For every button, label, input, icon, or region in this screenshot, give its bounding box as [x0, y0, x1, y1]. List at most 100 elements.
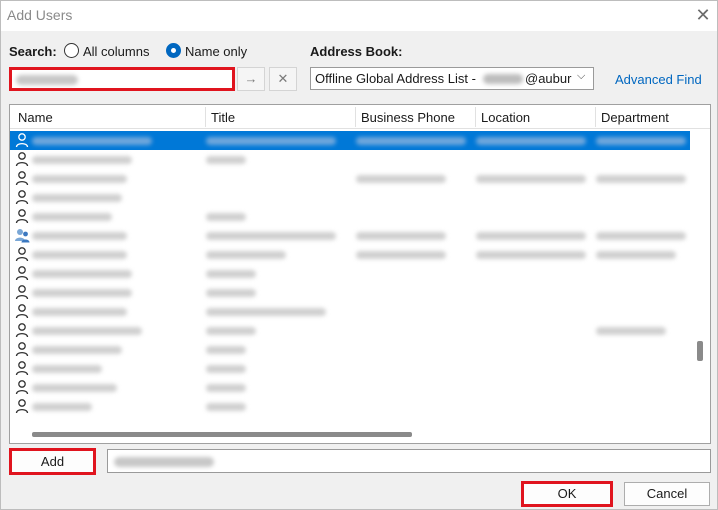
list-item[interactable] — [10, 321, 690, 340]
clear-search-button[interactable]: ✕ — [269, 67, 297, 91]
address-book-value-suffix: @aubur — [525, 71, 572, 86]
list-item[interactable] — [10, 397, 690, 416]
redacted-cell — [32, 365, 102, 373]
person-icon — [14, 360, 30, 376]
search-input-value-redacted — [16, 75, 78, 85]
list-item[interactable] — [10, 340, 690, 359]
address-book-label: Address Book: — [310, 44, 403, 59]
address-book-value-prefix: Offline Global Address List - — [315, 71, 476, 86]
person-icon — [14, 322, 30, 338]
ok-button[interactable]: OK — [521, 481, 613, 507]
redacted-cell — [206, 270, 256, 278]
redacted-cell — [32, 270, 132, 278]
redacted-cell — [32, 137, 152, 145]
redacted-cell — [32, 308, 127, 316]
person-icon — [14, 398, 30, 414]
redacted-cell — [206, 346, 246, 354]
redacted-cell — [206, 384, 246, 392]
column-business-phone[interactable]: Business Phone — [361, 110, 455, 125]
redacted-cell — [32, 232, 127, 240]
column-divider[interactable] — [475, 107, 476, 127]
horizontal-scroll-thumb[interactable] — [32, 432, 412, 437]
list-item[interactable] — [10, 169, 690, 188]
person-icon — [14, 208, 30, 224]
address-book-redacted — [483, 74, 523, 84]
redacted-cell — [206, 232, 336, 240]
redacted-cell — [356, 175, 446, 183]
redacted-cell — [206, 137, 336, 145]
redacted-cell — [596, 251, 676, 259]
cancel-button[interactable]: Cancel — [624, 482, 710, 506]
address-book-select[interactable]: Offline Global Address List - @aubur ⌵ — [310, 67, 594, 90]
redacted-cell — [206, 289, 256, 297]
list-item[interactable] — [10, 188, 690, 207]
list-item[interactable] — [10, 131, 690, 150]
person-icon — [14, 189, 30, 205]
advanced-find-link[interactable]: Advanced Find — [615, 72, 702, 87]
go-button[interactable]: → — [237, 67, 265, 91]
list-item[interactable] — [10, 359, 690, 378]
column-department[interactable]: Department — [601, 110, 669, 125]
redacted-cell — [32, 346, 122, 354]
redacted-cell — [356, 137, 466, 145]
column-divider[interactable] — [205, 107, 206, 127]
person-icon — [14, 341, 30, 357]
redacted-cell — [32, 403, 92, 411]
person-icon — [14, 284, 30, 300]
window-title: Add Users — [7, 7, 73, 23]
redacted-cell — [476, 251, 586, 259]
list-item[interactable] — [10, 150, 690, 169]
person-icon — [14, 151, 30, 167]
person-icon — [14, 132, 30, 148]
column-divider[interactable] — [355, 107, 356, 127]
list-item[interactable] — [10, 302, 690, 321]
redacted-cell — [32, 213, 112, 221]
redacted-cell — [596, 327, 666, 335]
redacted-cell — [596, 232, 686, 240]
group-icon — [14, 227, 30, 243]
vertical-scroll-thumb[interactable] — [697, 341, 703, 361]
search-input[interactable] — [9, 67, 235, 91]
added-user-redacted — [114, 457, 214, 467]
redacted-cell — [32, 194, 122, 202]
radio-name-only[interactable] — [166, 43, 181, 58]
redacted-cell — [476, 137, 586, 145]
column-title[interactable]: Title — [211, 110, 235, 125]
redacted-cell — [32, 384, 117, 392]
search-label: Search: — [9, 44, 57, 59]
redacted-cell — [206, 156, 246, 164]
redacted-cell — [32, 175, 127, 183]
radio-all-columns-label[interactable]: All columns — [83, 44, 149, 59]
redacted-cell — [206, 327, 256, 335]
redacted-cell — [206, 251, 286, 259]
list-item[interactable] — [10, 378, 690, 397]
add-button[interactable]: Add — [9, 448, 96, 475]
list-item[interactable] — [10, 283, 690, 302]
redacted-cell — [356, 232, 446, 240]
redacted-cell — [32, 156, 132, 164]
person-icon — [14, 246, 30, 262]
added-users-field[interactable] — [107, 449, 711, 473]
person-icon — [14, 379, 30, 395]
person-icon — [14, 303, 30, 319]
redacted-cell — [206, 365, 246, 373]
list-item[interactable] — [10, 264, 690, 283]
list-item[interactable] — [10, 245, 690, 264]
redacted-cell — [206, 213, 246, 221]
radio-all-columns[interactable] — [64, 43, 79, 58]
vertical-scrollbar[interactable] — [690, 130, 710, 423]
add-users-dialog: Add Users ✕ Search: All columns Name onl… — [0, 0, 718, 510]
column-name[interactable]: Name — [18, 110, 53, 125]
redacted-cell — [596, 137, 686, 145]
users-list[interactable]: Name Title Business Phone Location Depar… — [9, 104, 711, 444]
list-item[interactable] — [10, 207, 690, 226]
list-item[interactable] — [10, 226, 690, 245]
column-location[interactable]: Location — [481, 110, 530, 125]
person-icon — [14, 265, 30, 281]
close-icon[interactable]: ✕ — [693, 5, 713, 25]
column-divider[interactable] — [595, 107, 596, 127]
list-header: Name Title Business Phone Location Depar… — [10, 105, 710, 129]
radio-name-only-label[interactable]: Name only — [185, 44, 247, 59]
redacted-cell — [206, 403, 246, 411]
chevron-down-icon[interactable]: ⌵ — [577, 70, 585, 83]
